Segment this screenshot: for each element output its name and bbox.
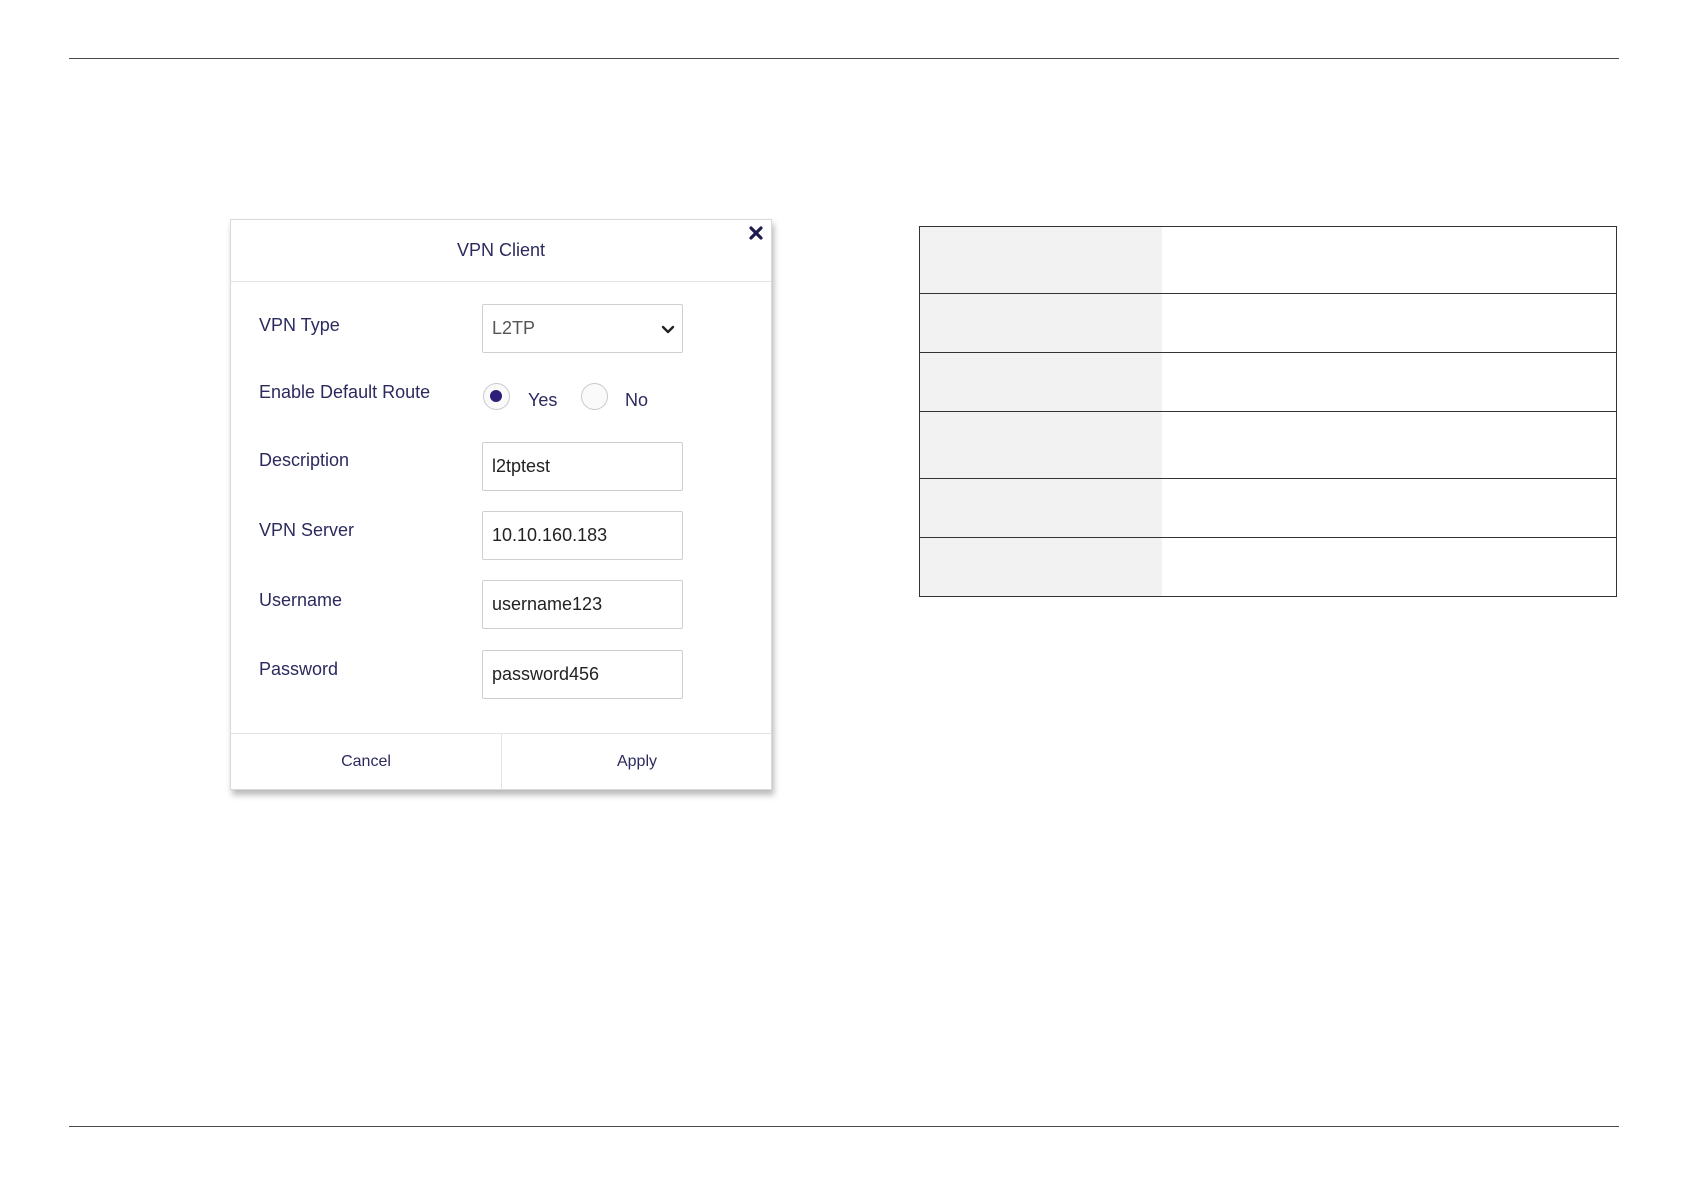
default-route-no-radio[interactable]: [581, 383, 608, 410]
table-row: [919, 411, 1617, 479]
table-row: [919, 537, 1617, 597]
dialog-header: VPN Client: [231, 220, 771, 282]
table-row: [919, 478, 1617, 538]
default-route-yes-label[interactable]: Yes: [528, 390, 557, 411]
table-value-cell: [1162, 537, 1617, 597]
settings-table: [919, 226, 1617, 597]
description-field-box: [482, 442, 683, 491]
vpn-server-input[interactable]: [483, 512, 682, 559]
description-label: Description: [259, 450, 350, 470]
table-value-cell: [1162, 478, 1617, 538]
vpn-type-select[interactable]: L2TP: [482, 304, 683, 353]
table-key-cell: [919, 537, 1162, 597]
table-key-cell: [919, 226, 1162, 294]
table-value-cell: [1162, 352, 1617, 412]
default-route-yes-radio[interactable]: [483, 383, 510, 410]
table-key-cell: [919, 352, 1162, 412]
table-value-cell: [1162, 226, 1617, 294]
description-input[interactable]: [483, 443, 682, 490]
table-row: [919, 293, 1617, 353]
header-rule: [69, 58, 1619, 59]
password-label: Password: [259, 659, 339, 679]
footer-rule: [69, 1126, 1619, 1127]
dialog-footer: Cancel Apply: [231, 733, 771, 790]
table-row: [919, 352, 1617, 412]
vpn-client-dialog: VPN Client VPN Type L2TP Enable Default …: [230, 219, 772, 790]
table-value-cell: [1162, 411, 1617, 479]
table-value-cell: [1162, 293, 1617, 353]
table-key-cell: [919, 478, 1162, 538]
vpn-server-label: VPN Server: [259, 520, 355, 540]
table-key-cell: [919, 411, 1162, 479]
apply-button[interactable]: Apply: [502, 734, 772, 790]
default-route-no-label[interactable]: No: [625, 390, 648, 411]
vpn-type-label: VPN Type: [259, 315, 340, 335]
close-icon[interactable]: [747, 224, 765, 242]
username-input[interactable]: [483, 581, 682, 628]
cancel-button[interactable]: Cancel: [231, 734, 501, 790]
chevron-down-icon: [661, 322, 675, 336]
username-label: Username: [259, 590, 343, 610]
default-route-label: Enable Default Route: [259, 382, 431, 402]
password-input[interactable]: [483, 651, 682, 698]
dialog-title: VPN Client: [456, 240, 546, 260]
password-field-box: [482, 650, 683, 699]
username-field-box: [482, 580, 683, 629]
table-row: [919, 226, 1617, 294]
vpn-server-field-box: [482, 511, 683, 560]
vpn-type-value: L2TP: [492, 318, 536, 338]
table-key-cell: [919, 293, 1162, 353]
